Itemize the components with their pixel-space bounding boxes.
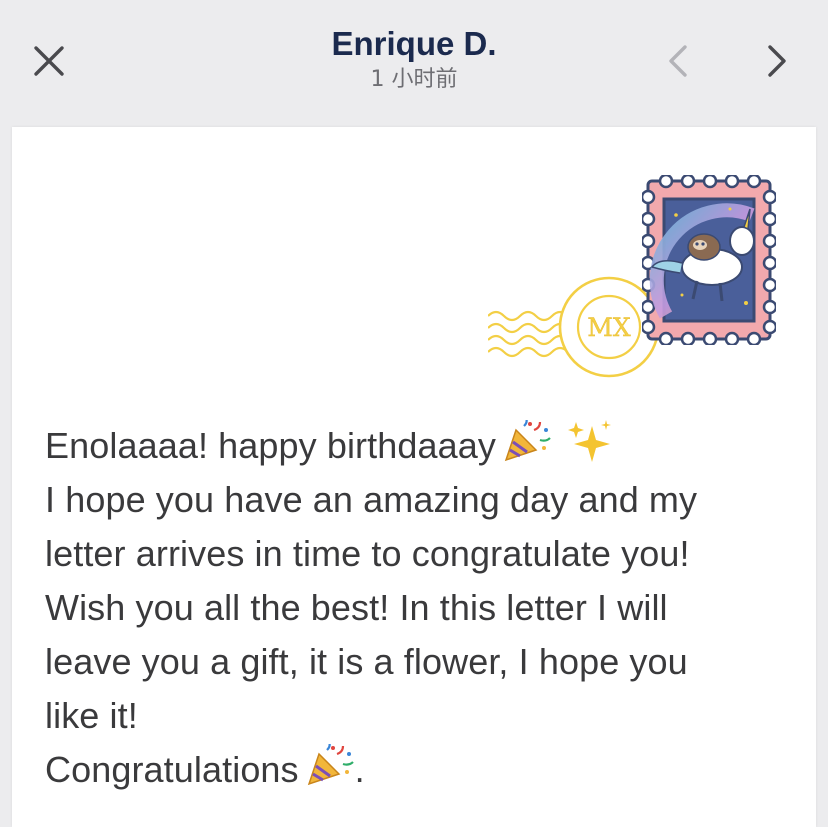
stamp-icon [642,175,776,345]
chevron-left-icon [669,45,687,77]
postmark-text: MX [587,313,631,342]
letter-line-4: Wish you all the best! In this letter I … [45,587,668,628]
party-popper-icon [504,420,551,462]
letter-line-3: letter arrives in time to congratulate y… [45,533,690,574]
letter-line-6: like it! [45,695,138,736]
letter-line-2: I hope you have an amazing day and my [45,479,698,520]
top-bar: Enrique D. 1 小时前 [0,0,828,126]
letter-line-5: leave you a gift, it is a flower, I hope… [45,641,688,682]
letter-line-1: Enolaaaa! happy birthdaaay [45,419,805,473]
letter-line-7: Congratulations . [45,743,805,797]
sender-name: Enrique D. [331,25,497,62]
letter-body: Enolaaaa! happy birthdaaay I hope you ha… [45,419,805,797]
sparkles-icon [567,420,611,462]
next-letter-button[interactable] [757,40,797,82]
timestamp: 1 小时前 [370,67,458,92]
header-title-group: Enrique D. 1 小时前 [0,24,828,94]
chevron-right-icon [768,45,786,77]
party-popper-icon [307,744,354,786]
letter-card: MX Enolaaaa! happy birthdaaay I hope you… [12,127,816,827]
previous-letter-button[interactable] [658,40,698,82]
